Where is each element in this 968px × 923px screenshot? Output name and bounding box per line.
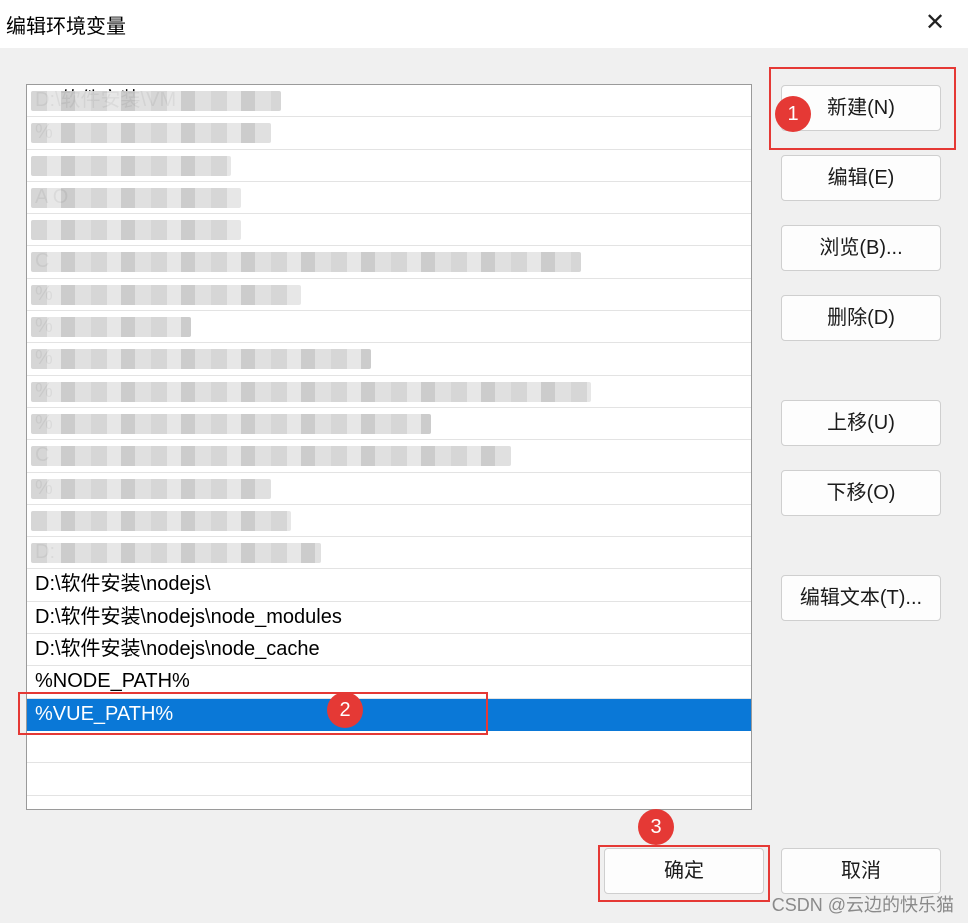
obscured-region bbox=[31, 220, 241, 241]
path-entry[interactable] bbox=[27, 731, 751, 764]
path-entry[interactable]: % bbox=[27, 376, 751, 408]
obscured-region bbox=[31, 478, 271, 499]
step-badge-3: 3 bbox=[638, 809, 674, 845]
path-entry-text: D:\软件安装\nodejs\node_cache bbox=[35, 638, 320, 661]
highlight-ok-button bbox=[598, 845, 770, 902]
delete-button[interactable]: 删除(D) bbox=[781, 295, 941, 341]
browse-button[interactable]: 浏览(B)... bbox=[781, 225, 941, 271]
path-entry[interactable]: % bbox=[27, 343, 751, 376]
path-entry[interactable]: % bbox=[27, 279, 751, 312]
path-entry[interactable]: D:\软件安装\nodejs\node_modules bbox=[27, 602, 751, 635]
path-entry[interactable] bbox=[27, 505, 751, 538]
obscured-region bbox=[31, 91, 281, 111]
edit-text-button[interactable]: 编辑文本(T)... bbox=[781, 575, 941, 621]
obscured-region bbox=[31, 510, 291, 531]
obscured-region bbox=[31, 446, 511, 467]
path-entry[interactable] bbox=[27, 214, 751, 247]
path-entry[interactable]: C bbox=[27, 246, 751, 279]
obscured-region bbox=[31, 381, 591, 402]
path-entry[interactable]: D:\软件安装\VM bbox=[27, 85, 751, 118]
path-entry-text: D:\软件安装\nodejs\node_modules bbox=[35, 605, 342, 628]
obscured-region bbox=[31, 123, 271, 144]
path-entry[interactable]: % bbox=[27, 408, 751, 441]
path-entry-text: %NODE_PATH% bbox=[35, 670, 190, 693]
path-entry[interactable]: D:\软件安装\nodejs\ bbox=[27, 569, 751, 602]
step-badge-2: 2 bbox=[327, 692, 363, 728]
obscured-region bbox=[31, 155, 231, 176]
path-entry[interactable] bbox=[27, 763, 751, 796]
move-down-button[interactable]: 下移(O) bbox=[781, 470, 941, 516]
obscured-region bbox=[31, 252, 581, 273]
path-entry-text: D:\软件安装\nodejs\ bbox=[35, 573, 211, 596]
step-badge-1: 1 bbox=[775, 96, 811, 132]
obscured-region bbox=[31, 543, 321, 564]
path-entry[interactable]: % bbox=[27, 117, 751, 150]
path-entry[interactable] bbox=[27, 150, 751, 182]
obscured-region bbox=[31, 413, 431, 434]
obscured-region bbox=[31, 317, 191, 338]
watermark: CSDN @云边的快乐猫 bbox=[771, 895, 954, 915]
title-bar: 编辑环境变量 ✕ bbox=[0, 0, 968, 48]
obscured-region bbox=[31, 349, 371, 370]
close-icon[interactable]: ✕ bbox=[920, 8, 950, 38]
obscured-region bbox=[31, 187, 241, 208]
obscured-region bbox=[31, 284, 301, 305]
path-entry[interactable]: A O bbox=[27, 182, 751, 215]
move-up-button[interactable]: 上移(U) bbox=[781, 400, 941, 446]
edit-button[interactable]: 编辑(E) bbox=[781, 155, 941, 201]
path-entry[interactable]: % bbox=[27, 311, 751, 344]
cancel-button[interactable]: 取消 bbox=[781, 848, 941, 894]
window-title: 编辑环境变量 bbox=[6, 16, 126, 38]
path-entry[interactable]: % bbox=[27, 473, 751, 505]
path-entry[interactable]: C bbox=[27, 440, 751, 473]
path-entry[interactable]: D: bbox=[27, 537, 751, 570]
highlight-selected-entry bbox=[18, 692, 488, 735]
path-entry[interactable]: D:\软件安装\nodejs\node_cache bbox=[27, 634, 751, 667]
